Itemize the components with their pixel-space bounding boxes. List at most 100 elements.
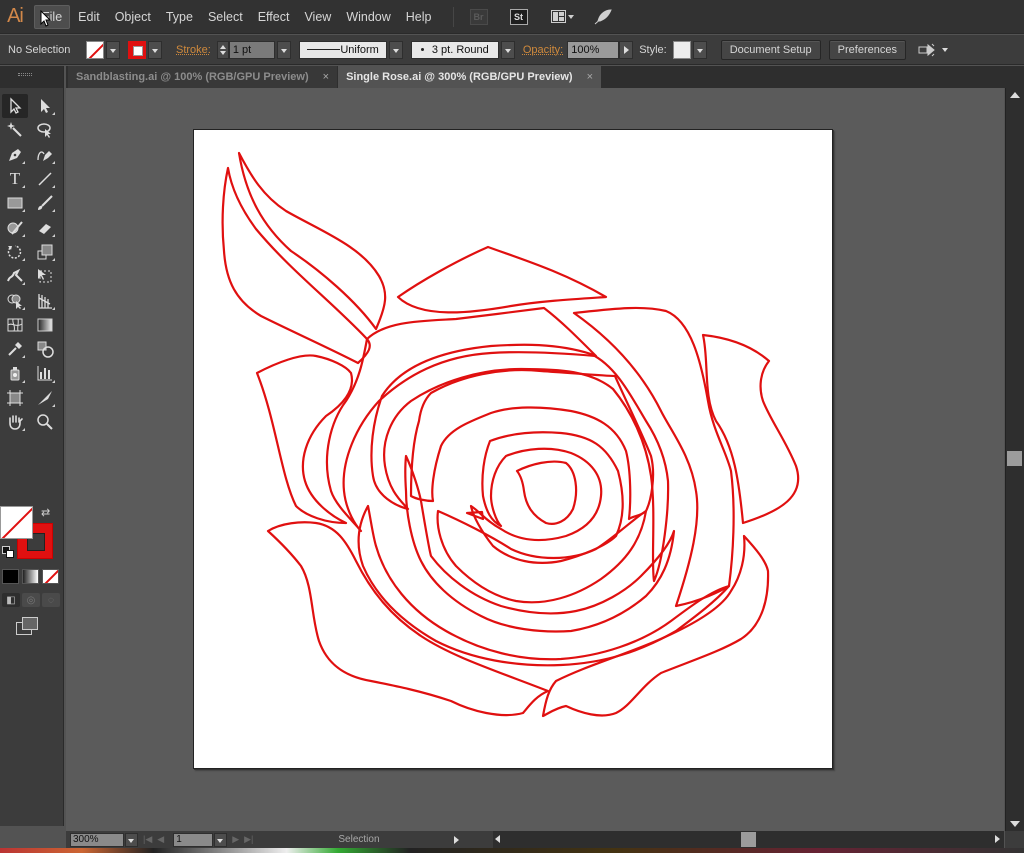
opacity-field[interactable]: 100% bbox=[567, 40, 620, 59]
line-segment-tool-icon[interactable] bbox=[32, 167, 58, 191]
opacity-flyout[interactable] bbox=[619, 40, 634, 59]
selection-tool-icon[interactable] bbox=[2, 94, 28, 119]
symbol-sprayer-tool-icon[interactable] bbox=[2, 361, 28, 385]
column-graph-tool-icon[interactable] bbox=[32, 361, 58, 385]
fill-swatch[interactable] bbox=[86, 40, 104, 59]
stroke-dropdown[interactable] bbox=[148, 40, 162, 59]
artboard[interactable] bbox=[193, 129, 833, 769]
menu-window[interactable]: Window bbox=[339, 6, 397, 28]
zoom-level-field[interactable]: 300% bbox=[70, 832, 124, 847]
menu-object[interactable]: Object bbox=[108, 6, 158, 28]
brush-definition[interactable]: 3 pt. Round bbox=[410, 40, 499, 59]
variable-width-profile[interactable]: Uniform bbox=[298, 40, 387, 59]
stroke-weight-field[interactable]: 1 pt bbox=[228, 40, 275, 59]
artboard-tool-icon[interactable] bbox=[2, 386, 28, 410]
fill-color-box[interactable] bbox=[0, 506, 33, 539]
stroke-swatch[interactable] bbox=[128, 40, 146, 59]
rose-artwork[interactable] bbox=[194, 130, 834, 770]
menu-view[interactable]: View bbox=[297, 6, 338, 28]
type-tool-icon[interactable]: T bbox=[2, 167, 28, 191]
menu-effect[interactable]: Effect bbox=[251, 6, 297, 28]
tab-single-rose[interactable]: Single Rose.ai @ 300% (RGB/GPU Preview) … bbox=[338, 66, 602, 88]
tab-label: Single Rose.ai @ 300% (RGB/GPU Preview) bbox=[346, 71, 573, 83]
artboard-number-field[interactable]: 1 bbox=[173, 832, 214, 847]
vertical-scroll-thumb[interactable] bbox=[1007, 451, 1022, 466]
shaper-tool-icon[interactable] bbox=[2, 215, 28, 239]
bridge-icon[interactable]: Br bbox=[469, 8, 488, 25]
stroke-weight-dropdown[interactable] bbox=[276, 40, 291, 59]
lasso-tool-icon[interactable] bbox=[32, 118, 58, 142]
hand-tool-icon[interactable] bbox=[2, 410, 28, 434]
scroll-up-arrow[interactable] bbox=[1010, 92, 1020, 98]
warp-tool-icon[interactable] bbox=[2, 264, 28, 288]
artboard-dropdown[interactable] bbox=[214, 832, 228, 847]
curvature-tool-icon[interactable] bbox=[32, 143, 58, 167]
document-setup-button[interactable]: Document Setup bbox=[720, 39, 821, 60]
swap-fill-stroke-icon[interactable]: ⇄ bbox=[41, 506, 50, 519]
arrange-documents-icon[interactable] bbox=[550, 9, 576, 25]
brush-dropdown[interactable] bbox=[500, 40, 515, 59]
rotate-tool-icon[interactable] bbox=[2, 240, 28, 264]
zoom-dropdown[interactable] bbox=[125, 832, 138, 847]
menu-edit[interactable]: Edit bbox=[71, 6, 107, 28]
slice-tool-icon[interactable] bbox=[32, 386, 58, 410]
horizontal-scrollbar[interactable] bbox=[493, 831, 1004, 848]
first-artboard-icon[interactable]: |◀ bbox=[143, 834, 152, 845]
none-mode-button[interactable] bbox=[42, 569, 59, 584]
change-screen-mode-icon[interactable] bbox=[16, 617, 38, 635]
draw-normal-icon[interactable]: ◧ bbox=[2, 593, 20, 607]
zoom-tool-icon[interactable] bbox=[32, 410, 58, 434]
free-transform-tool-icon[interactable] bbox=[32, 264, 58, 288]
last-artboard-icon[interactable]: ▶| bbox=[244, 834, 253, 845]
fill-dropdown[interactable] bbox=[106, 40, 120, 59]
opacity-label[interactable]: Opacity: bbox=[523, 44, 563, 56]
preferences-button[interactable]: Preferences bbox=[828, 39, 906, 60]
next-artboard-icon[interactable]: ▶ bbox=[232, 834, 239, 845]
blend-tool-icon[interactable] bbox=[32, 337, 58, 361]
direct-selection-tool-icon[interactable] bbox=[32, 94, 58, 118]
eyedropper-tool-icon[interactable] bbox=[2, 337, 28, 361]
panel-grip[interactable] bbox=[18, 73, 32, 76]
tools-panel-header[interactable] bbox=[0, 66, 63, 88]
menu-bar: Ai File Edit Object Type Select Effect V… bbox=[0, 0, 1024, 34]
scroll-right-arrow[interactable] bbox=[995, 835, 1000, 843]
feather-sync-icon[interactable] bbox=[594, 8, 612, 25]
menu-select[interactable]: Select bbox=[201, 6, 250, 28]
stock-icon[interactable]: St bbox=[509, 8, 528, 25]
app-logo: Ai bbox=[7, 5, 24, 27]
shape-builder-tool-icon[interactable] bbox=[2, 288, 28, 312]
eraser-tool-icon[interactable] bbox=[32, 215, 58, 239]
default-fill-stroke-icon[interactable] bbox=[2, 546, 14, 558]
scale-tool-icon[interactable] bbox=[32, 240, 58, 264]
scroll-down-arrow[interactable] bbox=[1010, 821, 1020, 827]
graphic-style-swatch[interactable] bbox=[672, 40, 691, 59]
gradient-tool-icon[interactable] bbox=[32, 313, 58, 337]
variable-width-dropdown[interactable] bbox=[388, 40, 403, 59]
gradient-mode-button[interactable] bbox=[22, 569, 39, 584]
close-tab-icon[interactable]: × bbox=[323, 71, 329, 83]
control-panel-options-icon[interactable] bbox=[918, 43, 950, 57]
menu-type[interactable]: Type bbox=[159, 6, 200, 28]
draw-inside-icon[interactable]: ◌ bbox=[42, 593, 60, 607]
status-menu-arrow[interactable] bbox=[454, 835, 460, 844]
paintbrush-tool-icon[interactable] bbox=[32, 191, 58, 215]
stroke-weight-stepper[interactable] bbox=[216, 40, 229, 59]
stroke-label[interactable]: Stroke: bbox=[176, 44, 211, 56]
perspective-grid-tool-icon[interactable] bbox=[32, 288, 58, 312]
color-mode-button[interactable] bbox=[2, 569, 19, 584]
pen-tool-icon[interactable] bbox=[2, 143, 28, 167]
canvas-area[interactable] bbox=[66, 88, 1004, 831]
scroll-left-arrow[interactable] bbox=[495, 835, 500, 843]
graphic-style-dropdown[interactable] bbox=[692, 40, 707, 59]
draw-behind-icon[interactable]: ◎ bbox=[22, 593, 40, 607]
magic-wand-tool-icon[interactable] bbox=[2, 118, 28, 142]
rectangle-tool-icon[interactable] bbox=[2, 191, 28, 215]
menu-help[interactable]: Help bbox=[399, 6, 439, 28]
mesh-tool-icon[interactable] bbox=[2, 313, 28, 337]
close-tab-icon[interactable]: × bbox=[587, 71, 593, 83]
vertical-scrollbar[interactable] bbox=[1005, 88, 1024, 831]
tab-sandblasting[interactable]: Sandblasting.ai @ 100% (RGB/GPU Preview)… bbox=[68, 66, 338, 88]
petal-bottom-left bbox=[266, 521, 550, 717]
previous-artboard-icon[interactable]: ◀ bbox=[157, 834, 164, 845]
horizontal-scroll-thumb[interactable] bbox=[741, 832, 756, 847]
